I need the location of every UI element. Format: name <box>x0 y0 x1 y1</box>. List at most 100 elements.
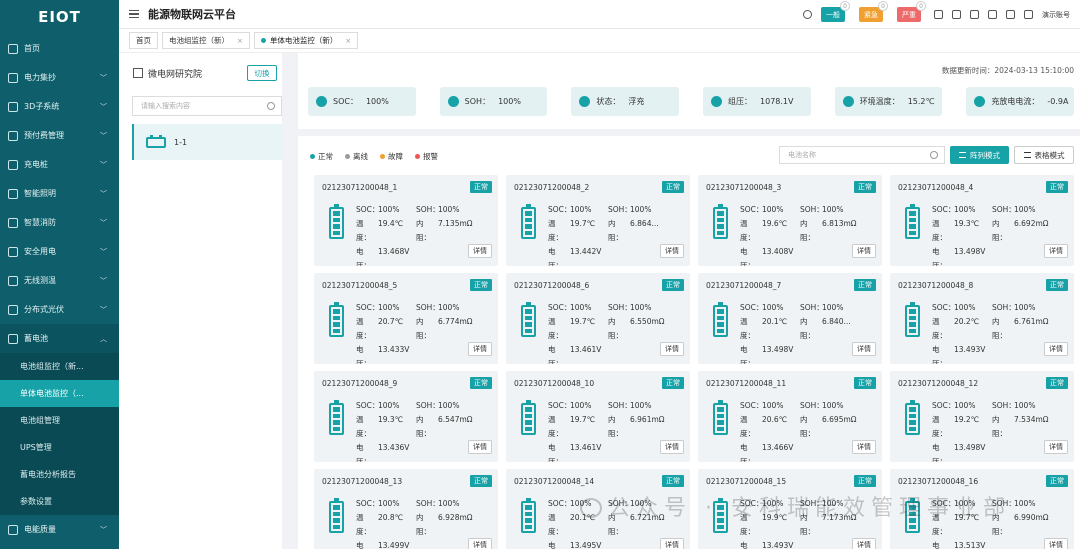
detail-button[interactable]: 详情 <box>1044 538 1068 549</box>
status-dot-icon <box>310 154 315 159</box>
switch-button[interactable]: 切换 <box>247 65 277 81</box>
close-icon[interactable]: × <box>345 37 351 45</box>
summary-card: 充放电电流： -0.9A <box>966 87 1075 116</box>
detail-button[interactable]: 详情 <box>852 244 876 258</box>
tab-label: 单体电池监控（新） <box>269 36 338 45</box>
soh-value: 100% <box>1014 205 1036 214</box>
sidebar-item[interactable]: 智能照明 ﹀ <box>0 179 119 208</box>
label: SOH： <box>608 401 632 410</box>
cell-id: 02123071200048_6 <box>514 281 590 290</box>
legend-label: 正常 <box>318 152 333 161</box>
soh-value: 100% <box>822 401 844 410</box>
battery-group-item[interactable]: 1-1 <box>132 124 284 160</box>
status-dot-icon <box>415 154 420 159</box>
legend-item: 报警 <box>415 151 438 162</box>
sidebar-item-label: 预付费管理 <box>24 131 64 140</box>
status-badge: 正常 <box>662 181 684 193</box>
sidebar-item[interactable]: 无线测温 ﹀ <box>0 266 119 295</box>
summary-icon <box>842 96 854 107</box>
temp-value: 19.4℃ <box>378 219 404 228</box>
sidebar-item[interactable]: 电能质量 ﹀ <box>0 515 119 544</box>
list-icon[interactable] <box>1006 10 1015 19</box>
soc-value: 100% <box>762 205 784 214</box>
soc-value: 100% <box>570 401 592 410</box>
detail-button[interactable]: 详情 <box>468 244 492 258</box>
search-icon[interactable] <box>267 102 275 110</box>
cell-metrics: SOC： 100% SOH： 100% 温度： 20.1℃ 内阻： 6.840... 电压： 13… <box>740 301 870 364</box>
summary-key: 组压： <box>728 97 753 106</box>
detail-button[interactable]: 详情 <box>1044 244 1068 258</box>
label: 电压： <box>356 443 371 462</box>
fullscreen-icon[interactable] <box>988 10 997 19</box>
sidebar-item[interactable]: 智慧消防 ﹀ <box>0 208 119 237</box>
label: 内阻： <box>992 219 1007 242</box>
sidebar-subitem[interactable]: 电池组监控（新... <box>0 353 119 380</box>
battery-icon <box>329 400 344 435</box>
sidebar-item[interactable]: 首页 <box>0 34 119 63</box>
battery-cell-card: 02123071200048_4 正常 SOC： 100% SOH： 100% 温度： 19.… <box>890 175 1074 266</box>
table-mode-button[interactable]: 表格模式 <box>1014 146 1074 164</box>
sidebar-subitem[interactable]: UPS管理 <box>0 434 119 461</box>
label: 温度： <box>356 317 371 340</box>
search-icon[interactable] <box>803 10 812 19</box>
menu-icon <box>8 304 18 315</box>
mute-icon[interactable] <box>934 10 943 19</box>
menu-icon <box>8 246 18 257</box>
close-icon[interactable]: × <box>237 37 243 45</box>
grid-icon[interactable] <box>952 10 961 19</box>
label: 温度： <box>932 317 947 340</box>
sidebar-item[interactable]: 分布式光伏 ﹀ <box>0 295 119 324</box>
detail-button[interactable]: 详情 <box>468 440 492 454</box>
sidebar-item[interactable]: 预付费管理 ﹀ <box>0 121 119 150</box>
battery-name-search-input[interactable]: 电池名称 <box>779 146 945 164</box>
user-name[interactable]: 演示账号 <box>1042 10 1070 20</box>
sidebar-item[interactable]: 安全用电 ﹀ <box>0 237 119 266</box>
shirt-icon[interactable] <box>1024 10 1033 19</box>
cell-id: 02123071200048_5 <box>322 281 398 290</box>
sidebar-item[interactable]: 3D子系统 ﹀ <box>0 92 119 121</box>
search-icon[interactable] <box>930 151 938 159</box>
temp-value: 19.3℃ <box>954 219 980 228</box>
detail-button[interactable]: 详情 <box>660 538 684 549</box>
label: 温度： <box>740 219 755 242</box>
station-search-input[interactable]: 请输入搜索内容 <box>132 96 282 116</box>
alarm-button[interactable]: 严重 0 <box>897 1 926 22</box>
battery-cell-card: 02123071200048_5 正常 SOC： 100% SOH： 100% 温度： 20.… <box>314 273 498 364</box>
label: SOC： <box>932 303 956 312</box>
temp-value: 20.6℃ <box>762 415 788 424</box>
voltage-value: 13.408V <box>762 247 794 256</box>
detail-button[interactable]: 详情 <box>1044 342 1068 356</box>
alarm-button[interactable]: 一般 0 <box>821 1 850 22</box>
sidebar-item[interactable]: 电力集抄 ﹀ <box>0 63 119 92</box>
array-mode-button[interactable]: 阵列模式 <box>950 146 1009 164</box>
detail-button[interactable]: 详情 <box>660 440 684 454</box>
sidebar-subitem[interactable]: 电池组管理 <box>0 407 119 434</box>
image-icon[interactable] <box>970 10 979 19</box>
detail-button[interactable]: 详情 <box>1044 440 1068 454</box>
wechat-icon <box>580 498 602 518</box>
detail-button[interactable]: 详情 <box>852 538 876 549</box>
resistance-value: 6.774mΩ <box>438 317 473 326</box>
sidebar-subitem[interactable]: 单体电池监控（... <box>0 380 119 407</box>
detail-button[interactable]: 详情 <box>852 440 876 454</box>
cell-id: 02123071200048_1 <box>322 183 398 192</box>
soc-value: 100% <box>954 303 976 312</box>
sidebar-subitem[interactable]: 参数设置 <box>0 488 119 515</box>
detail-button[interactable]: 详情 <box>660 342 684 356</box>
sidebar-subitem[interactable]: 蓄电池分析报告 <box>0 461 119 488</box>
detail-button[interactable]: 详情 <box>468 342 492 356</box>
sidebar-item[interactable]: 充电桩 ﹀ <box>0 150 119 179</box>
detail-button[interactable]: 详情 <box>468 538 492 549</box>
summary-icon <box>974 96 986 107</box>
tab-home[interactable]: 首页 <box>129 32 158 49</box>
menu-toggle-icon[interactable] <box>129 8 139 21</box>
detail-button[interactable]: 详情 <box>660 244 684 258</box>
cell-metrics: SOC： 100% SOH： 100% 温度： 19.3℃ 内阻： 6.547mΩ 电压： 13.… <box>356 399 486 462</box>
alarm-button[interactable]: 紧急 0 <box>859 1 888 22</box>
mode-label: 阵列模式 <box>970 150 1000 160</box>
tab-cell-monitor[interactable]: 单体电池监控（新） × <box>253 32 359 49</box>
label: 温度： <box>356 415 371 438</box>
detail-button[interactable]: 详情 <box>852 342 876 356</box>
sidebar-item[interactable]: 蓄电池 ︿ <box>0 324 119 353</box>
tab-pack-monitor[interactable]: 电池组监控（新） × <box>162 32 250 49</box>
